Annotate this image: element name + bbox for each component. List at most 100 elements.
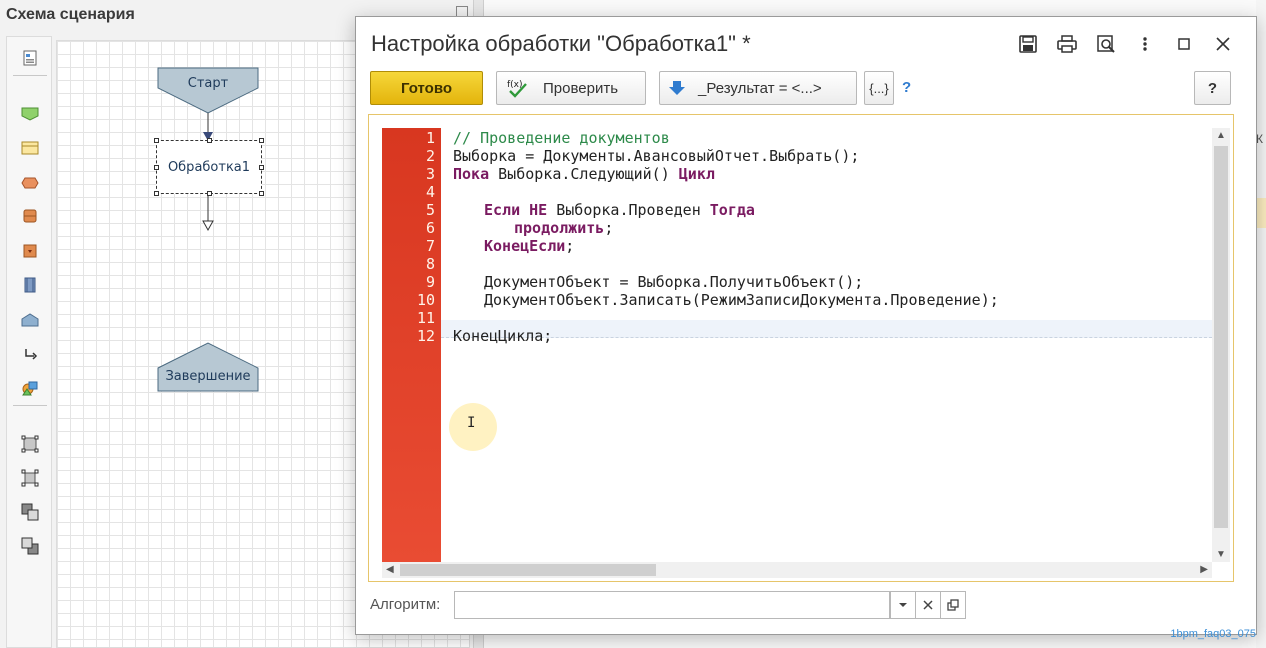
scroll-up-icon[interactable]: ▲ [1216,130,1226,141]
algorithm-input[interactable] [454,591,890,619]
algorithm-clear-button[interactable] [915,591,941,619]
algorithm-open-button[interactable] [940,591,966,619]
processing-node-label[interactable]: Обработка1 [157,160,261,175]
resize-handle[interactable] [154,138,159,143]
current-line-highlight [441,320,1212,338]
condition-shape-icon[interactable] [21,174,39,192]
line-number: 2 [425,147,435,165]
insert-result-label: _Результат = <...> [698,79,822,97]
resize-handle[interactable] [207,138,212,143]
code-line: Выборка = Документы.АвансовыйОтчет.Выбра… [453,147,860,165]
decoration-icon[interactable] [21,379,39,397]
start-shape-icon[interactable] [21,311,39,329]
help-link[interactable]: ? [902,79,911,96]
code-line: // Проведение документов [453,129,670,147]
resize-handle[interactable] [259,165,264,170]
svg-text:f(x): f(x) [507,80,523,90]
ungroup-icon[interactable] [21,469,39,487]
save-icon[interactable] [1008,33,1047,55]
line-number-gutter: 1 2 3 4 5 6 7 8 9 10 11 12 [382,128,441,562]
clear-icon [923,600,933,610]
scroll-left-icon[interactable]: ◀ [386,564,394,575]
code-text-area[interactable]: // Проведение документов Выборка = Докум… [441,128,1212,562]
start-node-label[interactable]: Старт [158,76,258,91]
check-button-label: Проверить [543,79,619,97]
code-line: КонецЦикла; [453,327,553,345]
help-button[interactable]: ? [1194,71,1231,105]
group-icon[interactable] [21,435,39,453]
code-keyword: Тогда [709,201,755,219]
line-number: 3 [425,165,435,183]
insert-result-button[interactable]: _Результат = <...> [659,71,857,105]
code-line: ДокументОбъект = Выборка.ПолучитьОбъект(… [484,273,864,291]
code-line: Пока Выборка.Следующий() Цикл [453,165,715,183]
resize-handle[interactable] [207,191,212,196]
schema-toolbox [6,36,52,648]
preview-icon[interactable] [1086,33,1125,55]
code-editor[interactable]: 1 2 3 4 5 6 7 8 9 10 11 12 // Проведение… [368,114,1234,582]
processing-settings-dialog: Настройка обработки "Обработка1" * Готов [355,16,1257,635]
open-window-icon [947,599,959,611]
print-icon[interactable] [1047,33,1086,55]
editor-horizontal-scrollbar[interactable]: ◀ ▶ [382,562,1212,578]
line-number: 7 [425,237,435,255]
line-number: 9 [425,273,435,291]
brace-button[interactable]: {...} [864,71,894,105]
algorithm-dropdown-button[interactable] [890,591,916,619]
check-syntax-icon: f(x) [507,80,527,98]
code-line: КонецЕсли; [484,237,574,255]
code-keyword: Цикл [678,165,715,183]
code-line: Если НЕ Выборка.Проведен Тогда [484,201,755,219]
processing-node[interactable]: Обработка1 [154,138,264,196]
scroll-down-icon[interactable]: ▼ [1216,549,1226,560]
code-text: ; [604,219,614,237]
footer-watermark: 1bpm_faq03_075 [1170,628,1256,640]
nested-process-icon[interactable] [21,242,39,260]
code-text: Выборка.Проведен [547,201,710,219]
schema-settings-icon[interactable] [21,49,39,67]
connector-icon[interactable] [21,345,39,363]
resize-handle[interactable] [259,191,264,196]
code-keyword: Пока [453,165,490,183]
code-keyword: Если НЕ [484,201,548,219]
more-menu-icon[interactable] [1125,33,1164,55]
check-button[interactable]: f(x) Проверить [496,71,646,105]
toolbox-divider [13,75,47,76]
dialog-toolbar: Готово f(x) Проверить _Результат = <...>… [370,71,1244,105]
editor-vertical-scrollbar[interactable]: ▲ ▼ [1212,128,1230,562]
dialog-title: Настройка обработки "Обработка1" * [371,31,751,56]
vertical-scroll-thumb[interactable] [1214,146,1228,528]
schema-title: Схема сценария [6,6,135,23]
algorithm-label: Алгоритм: [370,596,441,613]
code-text: Выборка.Следующий() [489,165,679,183]
maximize-icon[interactable] [1164,33,1203,55]
resize-handle[interactable] [154,165,159,170]
processing-shape-icon[interactable] [21,139,39,157]
line-number: 11 [416,309,435,327]
text-cursor-icon: I [467,415,476,431]
scroll-right-icon[interactable]: ▶ [1200,564,1208,575]
line-number: 6 [425,219,435,237]
background-tab-fragment: К [1256,132,1263,146]
code-keyword: КонецЕсли [484,237,566,255]
close-icon[interactable] [1203,33,1242,55]
ready-button[interactable]: Готово [370,71,483,105]
chevron-down-icon [899,603,907,607]
database-shape-icon[interactable] [21,207,39,225]
flow-arrow-open [202,220,214,232]
horizontal-scroll-thumb[interactable] [400,564,656,576]
toolbox-divider [13,405,47,406]
background-strip [1256,0,1266,648]
code-comment: // Проведение документов [453,129,670,147]
resize-handle[interactable] [259,138,264,143]
code-text: ; [565,237,575,255]
send-back-icon[interactable] [21,537,39,555]
split-shape-icon[interactable] [21,276,39,294]
action-shape-icon[interactable] [21,105,39,123]
insert-down-arrow-icon [669,81,685,95]
line-number: 12 [416,327,435,345]
bring-front-icon[interactable] [21,503,39,521]
finish-node-label[interactable]: Завершение [158,369,258,384]
line-number: 4 [425,183,435,201]
resize-handle[interactable] [154,191,159,196]
